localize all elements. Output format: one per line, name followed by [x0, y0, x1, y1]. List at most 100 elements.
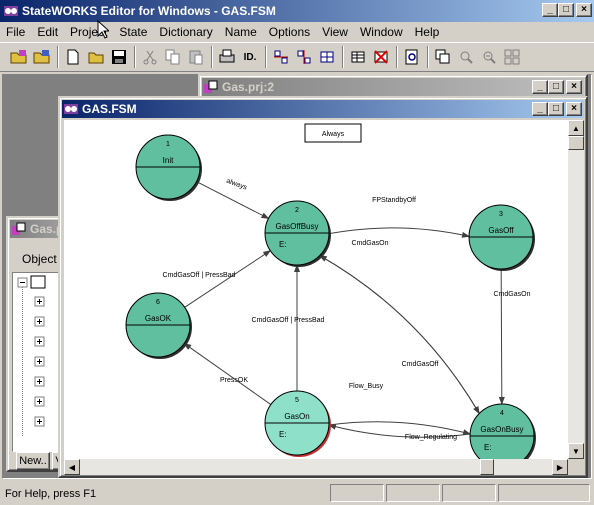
transition-label[interactable]: Flow_Busy	[349, 383, 384, 390]
state-gasoffbusy[interactable]: 2 GasOffBusy E:	[264, 200, 331, 267]
cascade-button[interactable]	[432, 46, 454, 68]
transition-label[interactable]: always	[225, 178, 248, 192]
project-window-titlebar[interactable]: Gas.prj:2 _ □ ×	[202, 78, 584, 96]
zoom-in-button[interactable]	[455, 46, 477, 68]
delete-table-button[interactable]	[370, 46, 392, 68]
menu-file[interactable]: File	[0, 25, 31, 39]
state-entry: E:	[279, 240, 287, 249]
project-maximize-button[interactable]: □	[548, 80, 564, 94]
horizontal-scrollbar[interactable]: ◀ ▶	[64, 459, 568, 475]
open-file-button[interactable]	[85, 46, 107, 68]
menu-options[interactable]: Options	[263, 25, 316, 39]
state-gasonbusy[interactable]: 4 GasOnBusy E:	[469, 403, 536, 459]
transition-label[interactable]: PressOK	[220, 377, 248, 384]
minimize-icon: _	[537, 81, 543, 92]
transition-label[interactable]: CmdGasOn	[352, 240, 389, 247]
transition-arrow[interactable]	[183, 342, 272, 405]
transition-arrow[interactable]	[318, 255, 480, 414]
transition-label[interactable]: CmdGasOff	[402, 361, 439, 368]
menu-view[interactable]: View	[316, 25, 354, 39]
paste-icon	[189, 50, 203, 65]
fsm-maximize-button[interactable]: □	[548, 102, 564, 116]
fsm-minimize-button[interactable]: _	[532, 102, 548, 116]
save-file-button[interactable]	[108, 46, 130, 68]
transition-arrow[interactable]	[328, 227, 470, 238]
menu-bar: File Edit Project State Dictionary Name …	[0, 22, 594, 42]
menu-edit[interactable]: Edit	[31, 25, 64, 39]
transition-arrow[interactable]	[319, 255, 480, 415]
object-tab[interactable]: Object	[22, 252, 57, 266]
arrow-right-icon: ▶	[556, 462, 564, 472]
copy-icon	[165, 49, 180, 65]
state-gasok[interactable]: 6 GasOK	[125, 292, 192, 359]
save-project-button[interactable]	[31, 46, 53, 68]
align-button[interactable]	[270, 46, 292, 68]
status-panel-3	[442, 484, 496, 502]
align-icon	[274, 50, 288, 64]
id-button[interactable]: ID.	[239, 46, 261, 68]
menu-name[interactable]: Name	[219, 25, 263, 39]
state-diagram[interactable]: Always always FPStandbyOff CmdGasOn CmdGasO…	[64, 120, 568, 459]
vertical-scroll-thumb[interactable]	[568, 136, 584, 150]
menu-state[interactable]: State	[113, 25, 153, 39]
horizontal-scroll-track[interactable]	[80, 459, 480, 475]
menu-window[interactable]: Window	[354, 25, 409, 39]
scroll-right-button[interactable]: ▶	[552, 459, 568, 475]
scroll-up-button[interactable]: ▲	[568, 120, 584, 136]
project-close-button[interactable]: ×	[566, 80, 582, 94]
maximize-icon: □	[562, 4, 570, 15]
close-button[interactable]: ×	[576, 3, 592, 17]
mouse-cursor-icon	[97, 20, 109, 39]
new-file-button[interactable]	[62, 46, 84, 68]
preview-button[interactable]	[401, 46, 423, 68]
state-id: 4	[500, 410, 504, 417]
diagram-canvas[interactable]: Always always FPStandbyOff CmdGasOn CmdGasO…	[64, 120, 568, 459]
cut-button[interactable]	[139, 46, 161, 68]
minimize-button[interactable]: _	[542, 3, 558, 17]
transition-arrow[interactable]	[328, 421, 472, 436]
transition-label[interactable]: CmdGasOff | PressBad	[252, 317, 325, 324]
copy-button[interactable]	[162, 46, 184, 68]
state-init[interactable]: 1 Init	[135, 134, 202, 201]
zoom-out-button[interactable]	[478, 46, 500, 68]
arrow-up-icon: ▲	[572, 123, 580, 133]
align-2-button[interactable]	[293, 46, 315, 68]
scroll-left-button[interactable]: ◀	[64, 459, 80, 475]
transition-label[interactable]: CmdGasOn	[494, 291, 531, 298]
new-object-button[interactable]: New..	[16, 452, 50, 470]
title-bar[interactable]: StateWORKS Editor for Windows - GAS.FSM …	[0, 0, 594, 22]
status-panel-4	[498, 484, 590, 502]
status-panel-2	[386, 484, 440, 502]
transition-arrow[interactable]	[498, 268, 505, 405]
vertical-scrollbar[interactable]: ▲ ▼	[568, 120, 584, 459]
state-name: GasOK	[145, 314, 172, 323]
scroll-corner	[568, 459, 584, 475]
transition-arrow[interactable]	[196, 181, 270, 219]
transition-label[interactable]: Flow_Regulating	[405, 434, 457, 441]
close-icon: ×	[571, 81, 577, 92]
horizontal-scroll-thumb[interactable]	[480, 459, 494, 475]
app-window: StateWORKS Editor for Windows - GAS.FSM …	[0, 0, 594, 505]
state-gason[interactable]: 5 GasOn E:	[264, 390, 331, 457]
fsm-window-titlebar[interactable]: GAS.FSM _ □ ×	[62, 100, 584, 118]
menu-help[interactable]: Help	[409, 25, 446, 39]
scroll-down-button[interactable]: ▼	[568, 443, 584, 459]
open-file-icon	[88, 52, 104, 64]
menu-dictionary[interactable]: Dictionary	[153, 25, 218, 39]
state-gasoff[interactable]: 3 GasOff	[468, 204, 535, 271]
maximize-button[interactable]: □	[558, 3, 574, 17]
arrow-left-icon: ◀	[68, 462, 76, 472]
grid-button[interactable]	[316, 46, 338, 68]
grid-icon	[320, 51, 334, 63]
paste-button[interactable]	[185, 46, 207, 68]
table-button[interactable]	[347, 46, 369, 68]
fsm-close-button[interactable]: ×	[566, 102, 582, 116]
state-entry: E:	[279, 430, 287, 439]
print-button[interactable]	[216, 46, 238, 68]
tile-button[interactable]	[501, 46, 523, 68]
project-minimize-button[interactable]: _	[532, 80, 548, 94]
transition-arrow[interactable]	[184, 250, 272, 308]
open-project-button[interactable]	[8, 46, 30, 68]
transition-label[interactable]: CmdGasOff | PressBad	[163, 272, 236, 279]
transition-label[interactable]: FPStandbyOff	[372, 197, 416, 204]
